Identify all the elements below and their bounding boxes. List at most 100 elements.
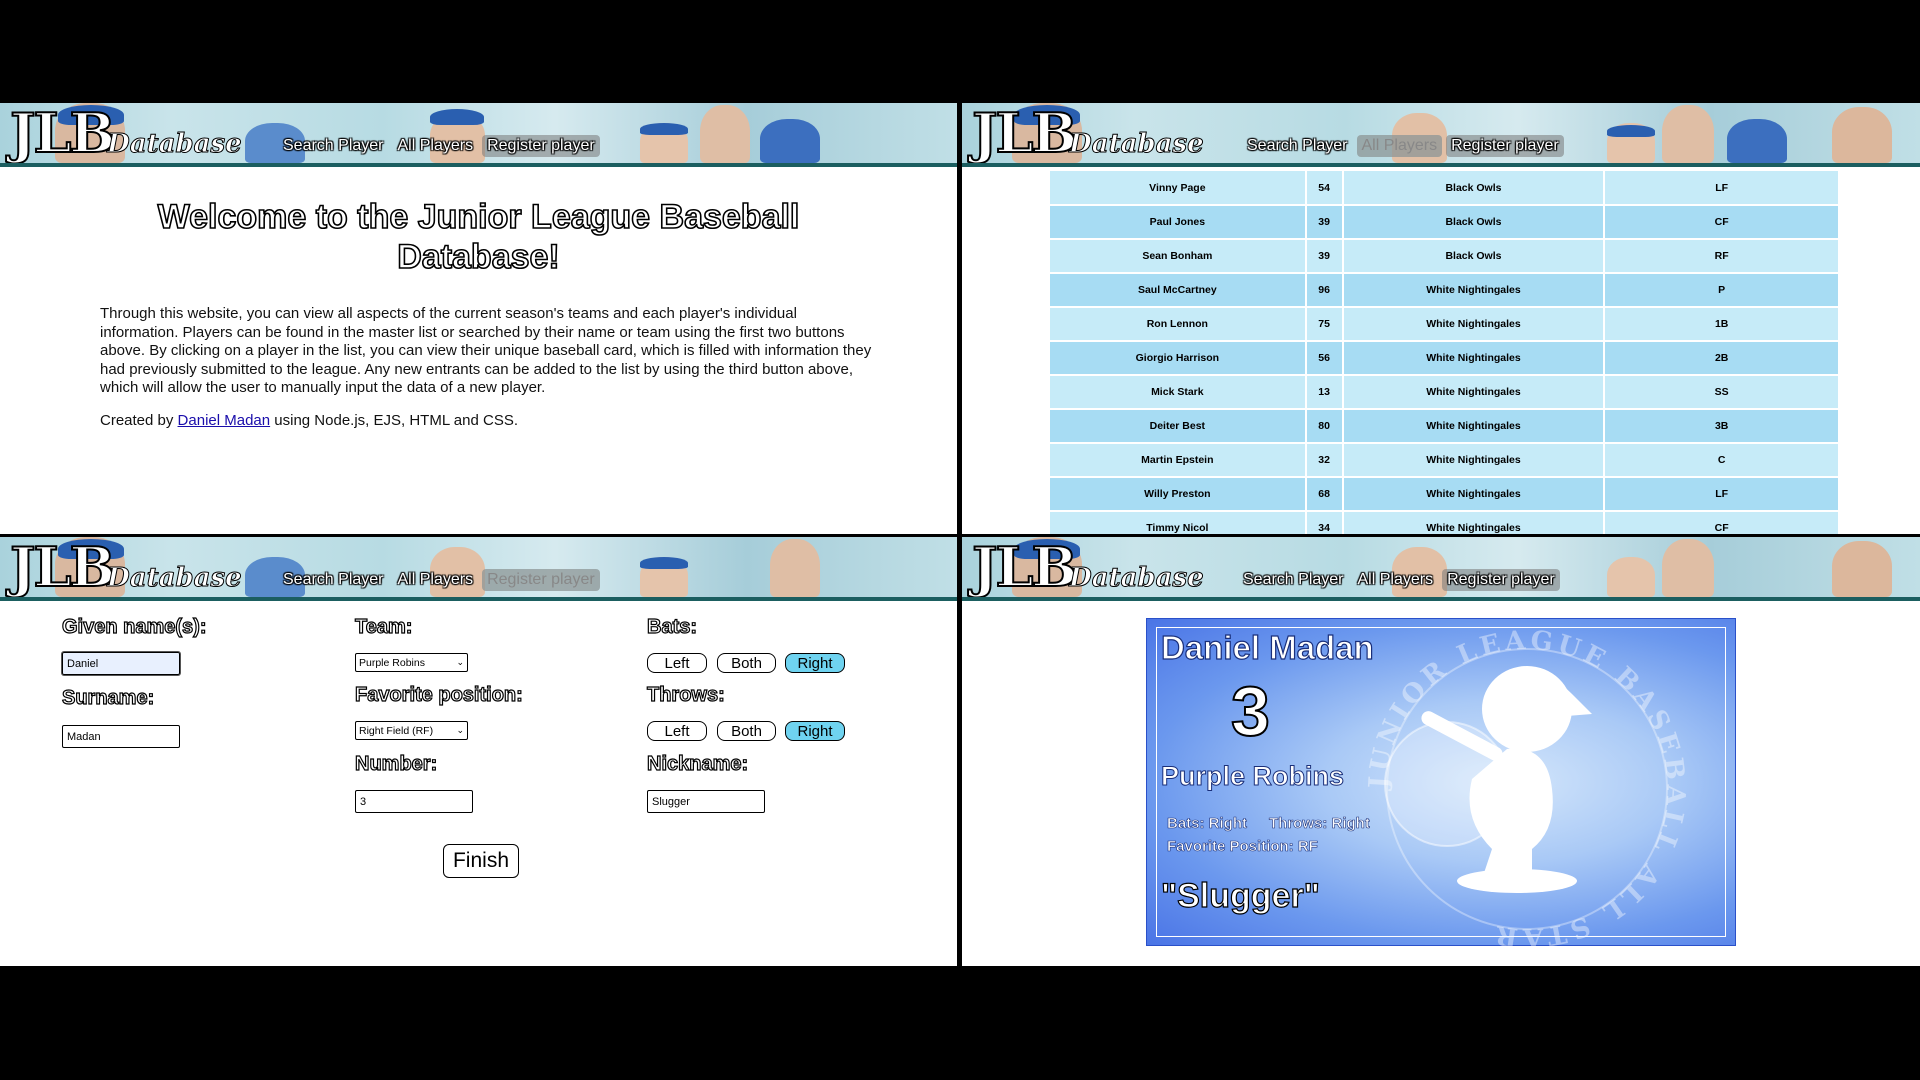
nav-register-player[interactable]: Register player bbox=[482, 569, 600, 591]
site-header: JLB Database Search Player All Players R… bbox=[0, 103, 957, 167]
player-number-cell: 56 bbox=[1305, 341, 1344, 376]
table-row[interactable]: Deiter Best 80 White Nightingales 3B bbox=[1050, 409, 1840, 444]
jlb-logo[interactable]: JLB Database bbox=[971, 103, 1204, 165]
nav-search-player[interactable]: Search Player bbox=[1238, 569, 1349, 591]
given-name-label: Given name(s): bbox=[61, 615, 207, 638]
nav-bar: Search Player All Players Register playe… bbox=[1238, 569, 1560, 591]
table-row[interactable]: Giorgio Harrison 56 White Nightingales 2B bbox=[1050, 341, 1840, 376]
player-number-cell: 39 bbox=[1305, 205, 1344, 240]
player-number-cell: 68 bbox=[1305, 477, 1344, 512]
player-number-cell: 34 bbox=[1305, 511, 1344, 534]
nav-search-player[interactable]: Search Player bbox=[278, 569, 389, 591]
player-team-cell: Black Owls bbox=[1342, 171, 1606, 206]
card-player-name: Daniel Madan bbox=[1160, 628, 1374, 666]
table-row[interactable]: Mick Stark 13 White Nightingales SS bbox=[1050, 375, 1840, 410]
player-number-cell: 39 bbox=[1305, 239, 1344, 274]
logo-sub: Database bbox=[1069, 129, 1204, 160]
player-name-cell: Mick Stark bbox=[1050, 375, 1307, 410]
bats-both-toggle[interactable]: Both bbox=[717, 653, 776, 673]
throws-right-toggle[interactable]: Right bbox=[785, 721, 845, 741]
chevron-down-icon: ⌄ bbox=[456, 725, 464, 735]
player-team-cell: White Nightingales bbox=[1342, 307, 1606, 342]
player-team-cell: Black Owls bbox=[1342, 205, 1606, 240]
given-name-input[interactable] bbox=[61, 651, 181, 676]
player-name-cell: Ron Lennon bbox=[1050, 307, 1307, 342]
player-team-cell: White Nightingales bbox=[1342, 375, 1606, 410]
logo-main: JLB bbox=[971, 537, 1078, 599]
bats-left-toggle[interactable]: Left bbox=[647, 653, 707, 673]
player-number-cell: 13 bbox=[1305, 375, 1344, 410]
team-select[interactable]: Purple Robins ⌄ bbox=[355, 653, 468, 672]
table-row[interactable]: Saul McCartney 96 White Nightingales P bbox=[1050, 273, 1840, 308]
player-position-cell: SS bbox=[1604, 375, 1840, 410]
player-name-cell: Timmy Nicol bbox=[1050, 511, 1307, 534]
jlb-logo[interactable]: JLB Database bbox=[971, 537, 1204, 599]
logo-sub: Database bbox=[107, 129, 242, 160]
logo-main: JLB bbox=[9, 537, 116, 599]
nav-register-player[interactable]: Register player bbox=[1446, 135, 1564, 157]
card-bats: Bats: Right bbox=[1167, 815, 1248, 833]
baseball-card: JUNIOR LEAGUE BASEBALL ALL STAR Daniel M… bbox=[1146, 618, 1736, 947]
player-name-cell: Sean Bonham bbox=[1050, 239, 1307, 274]
nickname-label: Nickname: bbox=[646, 752, 749, 775]
table-row[interactable]: Martin Epstein 32 White Nightingales C bbox=[1050, 443, 1840, 478]
player-name-cell: Vinny Page bbox=[1050, 171, 1307, 206]
throws-both-toggle[interactable]: Both bbox=[717, 721, 776, 741]
credit-prefix: Created by bbox=[100, 411, 174, 429]
player-number-cell: 96 bbox=[1305, 273, 1344, 308]
surname-label: Surname: bbox=[61, 686, 155, 709]
nav-search-player[interactable]: Search Player bbox=[278, 135, 389, 157]
home-panel: JLB Database Search Player All Players R… bbox=[0, 103, 957, 534]
player-team-cell: White Nightingales bbox=[1342, 273, 1606, 308]
player-team-cell: White Nightingales bbox=[1342, 511, 1606, 534]
player-name-cell: Martin Epstein bbox=[1050, 443, 1307, 478]
logo-main: JLB bbox=[9, 103, 116, 165]
player-team-cell: White Nightingales bbox=[1342, 409, 1606, 444]
table-row[interactable]: Willy Preston 68 White Nightingales LF bbox=[1050, 477, 1840, 512]
surname-input[interactable] bbox=[62, 725, 180, 748]
team-label: Team: bbox=[354, 615, 413, 638]
nav-all-players[interactable]: All Players bbox=[1353, 569, 1439, 591]
table-row[interactable]: Timmy Nicol 34 White Nightingales CF bbox=[1050, 511, 1840, 534]
nav-register-player[interactable]: Register player bbox=[1442, 569, 1560, 591]
jlb-logo[interactable]: JLB Database bbox=[9, 537, 242, 599]
table-row[interactable]: Ron Lennon 75 White Nightingales 1B bbox=[1050, 307, 1840, 342]
logo-main: JLB bbox=[971, 103, 1078, 165]
throws-left-toggle[interactable]: Left bbox=[647, 721, 707, 741]
jlb-logo[interactable]: JLB Database bbox=[9, 103, 242, 165]
player-number-cell: 80 bbox=[1305, 409, 1344, 444]
site-header: JLB Database Search Player All Players R… bbox=[962, 537, 1920, 601]
nav-register-player[interactable]: Register player bbox=[482, 135, 600, 157]
player-position-cell: CF bbox=[1604, 511, 1840, 534]
card-team-name: Purple Robins bbox=[1160, 761, 1345, 792]
player-position-cell: P bbox=[1604, 273, 1840, 308]
nav-bar: Search Player All Players Register playe… bbox=[1242, 135, 1564, 157]
author-link[interactable]: Daniel Madan bbox=[178, 412, 271, 429]
table-row[interactable]: Sean Bonham 39 Black Owls RF bbox=[1050, 239, 1840, 274]
site-header: JLB Database Search Player All Players R… bbox=[0, 537, 957, 601]
player-team-cell: White Nightingales bbox=[1342, 341, 1606, 376]
nav-all-players[interactable]: All Players bbox=[1356, 135, 1443, 157]
chevron-down-icon: ⌄ bbox=[456, 657, 464, 667]
favorite-position-label: Favorite position: bbox=[354, 683, 523, 706]
player-name-cell: Giorgio Harrison bbox=[1050, 341, 1307, 376]
nav-search-player[interactable]: Search Player bbox=[1242, 135, 1353, 157]
player-position-cell: CF bbox=[1604, 205, 1840, 240]
intro-text: Through this website, you can view all a… bbox=[100, 305, 872, 397]
player-position-cell: 2B bbox=[1604, 341, 1840, 376]
card-player-number: 3 bbox=[1230, 671, 1271, 751]
table-row[interactable]: Vinny Page 54 Black Owls LF bbox=[1050, 171, 1840, 206]
bats-right-toggle[interactable]: Right bbox=[785, 653, 845, 673]
nav-all-players[interactable]: All Players bbox=[393, 135, 479, 157]
all-players-panel: Vinny Page 54 Black Owls LF Paul Jones 39 Blac… bbox=[962, 103, 1920, 534]
nickname-input[interactable] bbox=[647, 790, 765, 813]
nav-bar: Search Player All Players Register playe… bbox=[278, 569, 600, 591]
nav-all-players[interactable]: All Players bbox=[393, 569, 479, 591]
position-select[interactable]: Right Field (RF) ⌄ bbox=[355, 721, 468, 740]
number-input[interactable] bbox=[355, 790, 473, 813]
bats-label: Bats: bbox=[646, 615, 698, 638]
table-row[interactable]: Paul Jones 39 Black Owls CF bbox=[1050, 205, 1840, 240]
finish-button[interactable]: Finish bbox=[443, 844, 519, 878]
site-header: JLB Database Search Player All Players R… bbox=[962, 103, 1920, 167]
player-name-cell: Deiter Best bbox=[1050, 409, 1307, 444]
